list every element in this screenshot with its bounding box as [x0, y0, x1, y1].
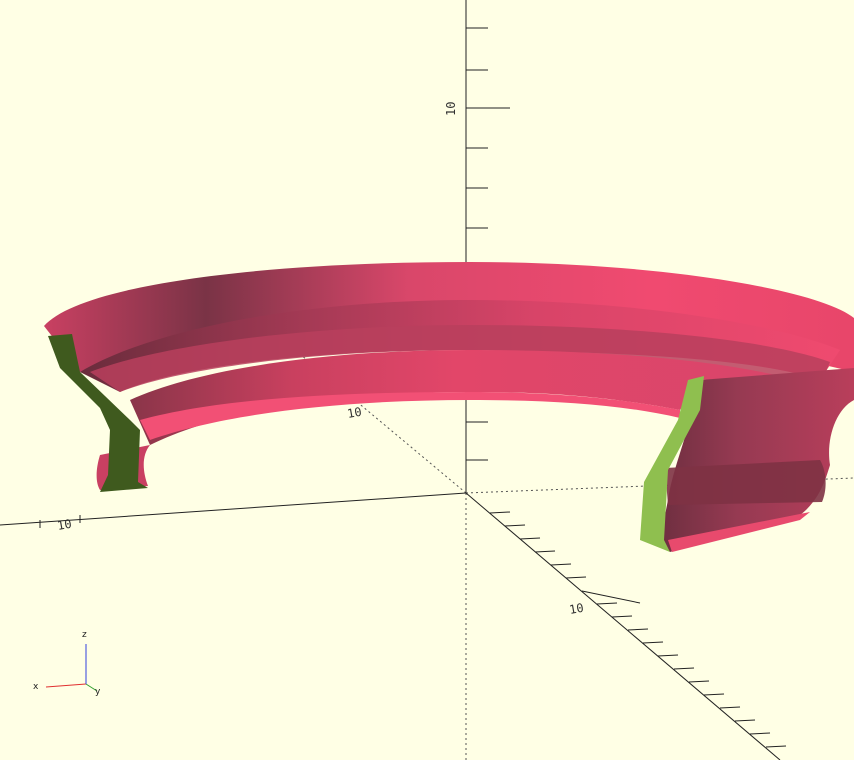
axes-orientation-gizmo: x y z	[33, 630, 101, 697]
y-axis-ticks	[489, 511, 787, 748]
origin-axis-label: 10	[346, 405, 363, 421]
gizmo-y-label: y	[95, 687, 101, 697]
z-axis-label: 10	[444, 102, 458, 116]
viewport-canvas[interactable]: 10 10 10 10 x y z	[0, 0, 854, 760]
x-axis-label: 10	[56, 517, 73, 533]
gizmo-z-label: z	[82, 630, 87, 640]
y-axis-label: 10	[568, 601, 585, 617]
3d-viewport[interactable]: 10 10 10 10 x y z	[0, 0, 854, 760]
gizmo-x-axis	[45, 683, 87, 688]
ring-seal-model[interactable]	[44, 262, 854, 552]
gizmo-x-label: x	[33, 682, 39, 692]
